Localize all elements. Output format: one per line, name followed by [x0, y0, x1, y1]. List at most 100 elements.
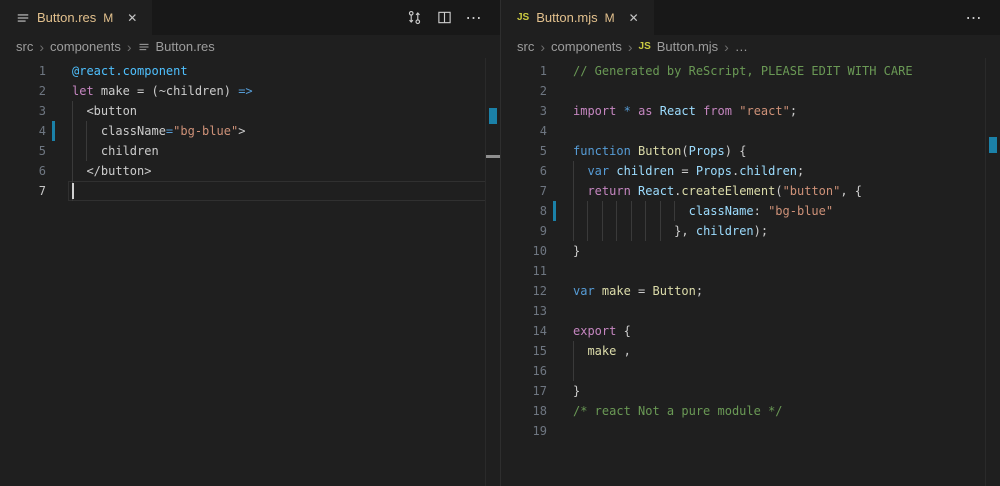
js-file-icon: JS	[517, 12, 529, 23]
indent-guide	[631, 201, 632, 221]
code-line-text	[573, 301, 1000, 321]
line-number: 4	[0, 121, 46, 141]
breadcrumb-item-symbol[interactable]: …	[735, 39, 748, 54]
chevron-right-icon: ›	[39, 40, 44, 54]
indent-guide	[573, 341, 574, 361]
split-editor-icon[interactable]	[434, 8, 454, 28]
line-number: 6	[0, 161, 46, 181]
breadcrumb-item-file[interactable]: Button.mjs	[657, 39, 718, 54]
code-line[interactable]: 3import * as React from "react";	[501, 101, 1000, 121]
code-line[interactable]: 5 function Button(Props) {	[501, 141, 1000, 161]
line-number: 2	[0, 81, 46, 101]
indent-guide	[573, 221, 574, 241]
code-editor-right[interactable]: 1// Generated by ReScript, PLEASE EDIT W…	[501, 58, 1000, 486]
vscode-workbench: Button.res M ✕ ⋯ sr	[0, 0, 1000, 486]
line-number: 5	[501, 141, 547, 161]
tab-bar-right: JS Button.mjs M ✕ ⋯	[501, 0, 1000, 35]
close-icon[interactable]: ✕	[624, 8, 644, 28]
line-number: 4	[501, 121, 547, 141]
line-number: 12	[501, 281, 547, 301]
indent-guide	[587, 221, 588, 241]
indent-guide	[573, 201, 574, 221]
line-number: 19	[501, 421, 547, 441]
breadcrumb-item-components[interactable]: components	[50, 39, 121, 54]
code-line[interactable]: 19	[501, 421, 1000, 441]
overview-ruler	[985, 58, 986, 486]
chevron-right-icon: ›	[628, 40, 633, 54]
line-number: 1	[0, 61, 46, 81]
code-line[interactable]: 1// Generated by ReScript, PLEASE EDIT W…	[501, 61, 1000, 81]
code-line[interactable]: 9 }, children);	[501, 221, 1000, 241]
code-line[interactable]: 2	[501, 81, 1000, 101]
code-line-text: @react.component	[72, 61, 500, 81]
code-line[interactable]: 7 return React.createElement("button", {	[501, 181, 1000, 201]
code-line-text: children	[72, 141, 500, 161]
tab-bar-left: Button.res M ✕ ⋯	[0, 0, 500, 35]
chevron-right-icon: ›	[540, 40, 545, 54]
breadcrumb-item-src[interactable]: src	[16, 39, 33, 54]
line-number: 2	[501, 81, 547, 101]
indent-guide	[602, 221, 603, 241]
code-line-text: <button	[72, 101, 500, 121]
code-line[interactable]: 8 className: "bg-blue"	[501, 201, 1000, 221]
indent-guide	[86, 121, 87, 141]
code-editor-left[interactable]: 1 @react.component 2 let make = (~children)…	[0, 58, 500, 486]
open-changes-icon[interactable]	[404, 8, 424, 28]
line-number: 8	[501, 201, 547, 221]
indent-guide	[72, 121, 73, 141]
line-number: 9	[501, 221, 547, 241]
indent-guide	[86, 141, 87, 161]
code-line[interactable]: 3 <button	[0, 101, 500, 121]
line-number: 3	[0, 101, 46, 121]
code-line[interactable]: 5 children	[0, 141, 500, 161]
code-line[interactable]: 16	[501, 361, 1000, 381]
code-line-text: className: "bg-blue"	[573, 201, 1000, 221]
code-line[interactable]: 18/* react Not a pure module */	[501, 401, 1000, 421]
code-line[interactable]: 13	[501, 301, 1000, 321]
code-line-text: }	[573, 241, 1000, 261]
ruler-modified-marker	[989, 137, 997, 153]
js-file-icon: JS	[639, 41, 651, 52]
code-line-text: let make = (~children) =>	[72, 81, 500, 101]
code-line-text: function Button(Props) {	[573, 141, 1000, 161]
code-line[interactable]: 6 </button>	[0, 161, 500, 181]
more-actions-icon[interactable]: ⋯	[964, 8, 984, 28]
indent-guide	[602, 201, 603, 221]
line-number: 1	[501, 61, 547, 81]
line-number: 7	[0, 181, 46, 201]
code-line[interactable]: 4 className="bg-blue">	[0, 121, 500, 141]
code-line[interactable]: 12var make = Button;	[501, 281, 1000, 301]
indent-guide	[645, 201, 646, 221]
code-line-text: make ,	[573, 341, 1000, 361]
code-line[interactable]: 2 let make = (~children) =>	[0, 81, 500, 101]
breadcrumb-item-components[interactable]: components	[551, 39, 622, 54]
line-number: 10	[501, 241, 547, 261]
indent-guide	[616, 201, 617, 221]
code-line[interactable]: 10}	[501, 241, 1000, 261]
code-line[interactable]: 17}	[501, 381, 1000, 401]
code-line[interactable]: 14export {	[501, 321, 1000, 341]
code-line[interactable]: 6 var children = Props.children;	[501, 161, 1000, 181]
line-number: 14	[501, 321, 547, 341]
indent-guide	[573, 181, 574, 201]
more-actions-icon[interactable]: ⋯	[464, 8, 484, 28]
code-line[interactable]: 4	[501, 121, 1000, 141]
breadcrumb-item-file[interactable]: Button.res	[156, 39, 215, 54]
indent-guide	[631, 221, 632, 241]
close-icon[interactable]: ✕	[122, 8, 142, 28]
tab-button-mjs[interactable]: JS Button.mjs M ✕	[501, 0, 654, 35]
code-line[interactable]: 1 @react.component	[0, 61, 500, 81]
tab-title: Button.res	[37, 10, 96, 25]
code-line[interactable]: 7	[0, 181, 500, 201]
res-file-icon	[138, 41, 150, 53]
text-cursor	[72, 183, 74, 199]
editor-group-right: JS Button.mjs M ✕ ⋯ src › components › J…	[500, 0, 1000, 486]
tab-button-res[interactable]: Button.res M ✕	[0, 0, 152, 35]
code-line[interactable]: 11	[501, 261, 1000, 281]
code-line[interactable]: 15 make ,	[501, 341, 1000, 361]
breadcrumb-item-src[interactable]: src	[517, 39, 534, 54]
tab-title: Button.mjs	[536, 10, 597, 25]
indent-guide	[573, 161, 574, 181]
indent-guide	[674, 201, 675, 221]
ruler-modified-marker	[489, 108, 497, 124]
